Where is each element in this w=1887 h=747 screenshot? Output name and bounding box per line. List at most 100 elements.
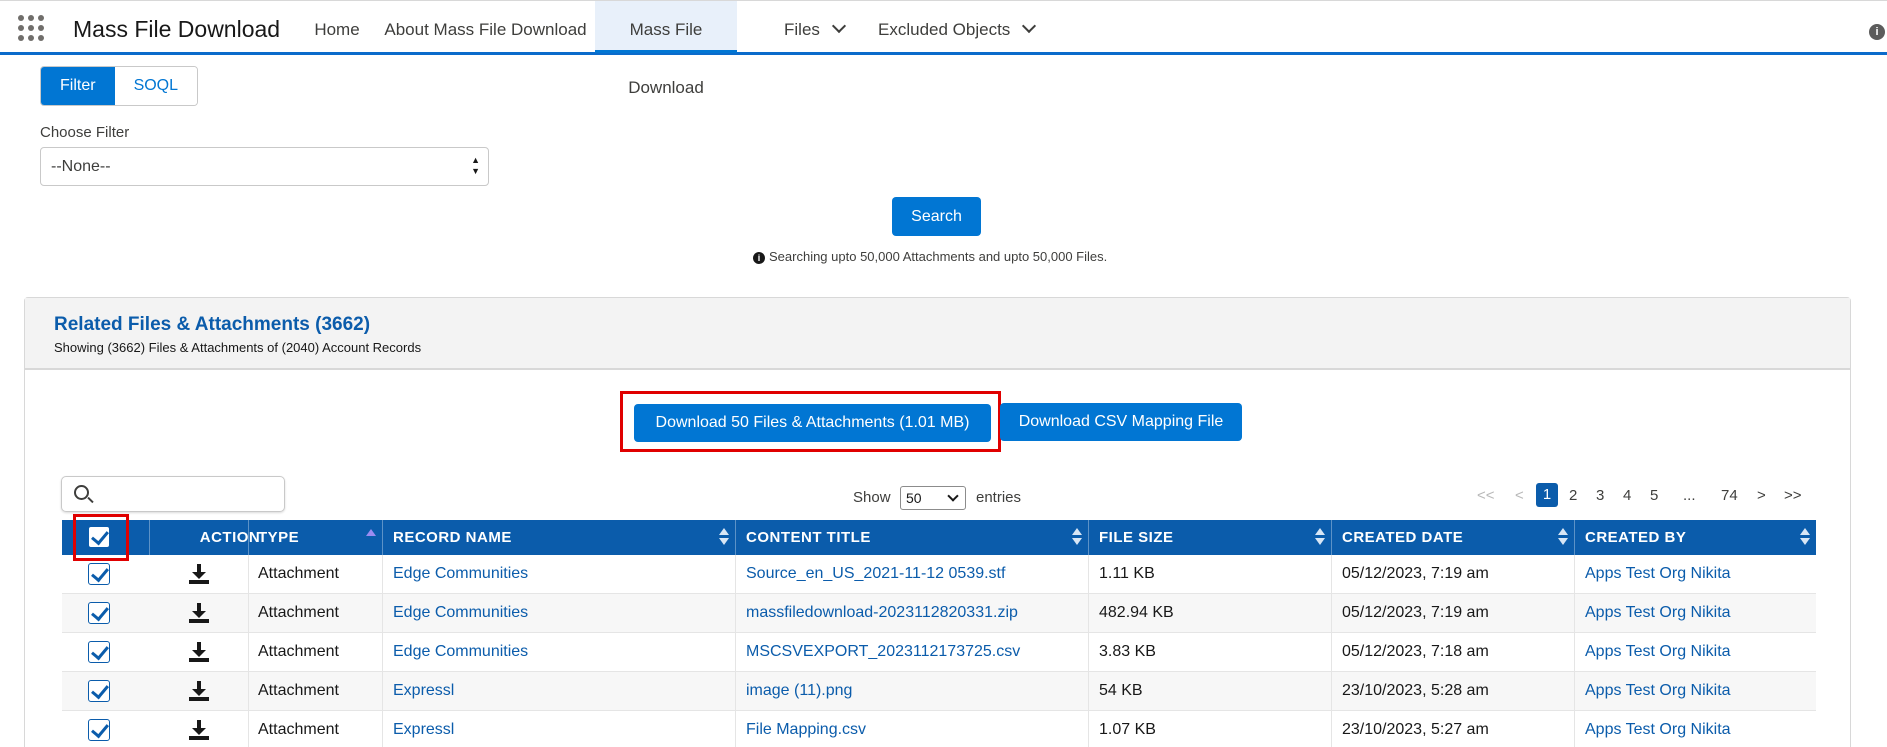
row-checkbox[interactable] — [88, 680, 110, 702]
tab-soql[interactable]: SOQL — [114, 67, 198, 105]
cell-content-title[interactable]: File Mapping.csv — [735, 711, 1088, 747]
cell-created-by[interactable]: Apps Test Org Nikita — [1574, 711, 1816, 747]
download-icon[interactable] — [189, 681, 209, 701]
table-search-input[interactable] — [61, 476, 285, 512]
cell-content-title[interactable]: massfiledownload-2023112820331.zip — [735, 594, 1088, 632]
sort-icon — [719, 528, 729, 546]
mode-tabs: Filter SOQL — [40, 66, 199, 106]
cell-created-date: 05/12/2023, 7:19 am — [1331, 555, 1574, 593]
choose-filter-label: Choose Filter — [40, 124, 130, 141]
chevron-down-icon — [947, 490, 959, 502]
cell-record-name[interactable]: Edge Communities — [382, 633, 735, 671]
cell-record-name[interactable]: Edge Communities — [382, 555, 735, 593]
select-arrows-icon: ▲ ▼ — [471, 155, 480, 176]
row-checkbox[interactable] — [88, 602, 110, 624]
table-row: Attachment Edge Communities Source_en_US… — [62, 555, 1816, 594]
download-csv-mapping-button[interactable]: Download CSV Mapping File — [1000, 403, 1242, 441]
row-checkbox[interactable] — [88, 641, 110, 663]
card-header: Related Files & Attachments (3662) Showi… — [25, 298, 1850, 370]
cell-created-date: 23/10/2023, 5:28 am — [1331, 672, 1574, 710]
entries-label: entries — [976, 489, 1022, 506]
table-row: Attachment Edge Communities massfiledown… — [62, 594, 1816, 633]
table-header: ACTION TYPE RECORD NAME CONTENT TITLE FI… — [62, 520, 1816, 555]
sort-icon — [1315, 528, 1325, 546]
cell-file-size: 1.11 KB — [1088, 555, 1331, 593]
nav-item-home[interactable]: Home — [305, 1, 369, 53]
card-subtitle: Showing (3662) Files & Attachments of (2… — [54, 340, 422, 355]
download-files-button[interactable]: Download 50 Files & Attachments (1.01 MB… — [634, 404, 991, 442]
page-4[interactable]: 4 — [1623, 487, 1631, 504]
table-row: Attachment Edge Communities MSCSVEXPORT_… — [62, 633, 1816, 672]
page-prev[interactable]: < — [1515, 487, 1524, 504]
cell-created-date: 05/12/2023, 7:19 am — [1331, 594, 1574, 632]
cell-created-by[interactable]: Apps Test Org Nikita — [1574, 555, 1816, 593]
cell-record-name[interactable]: Expressl — [382, 711, 735, 747]
download-icon[interactable] — [189, 720, 209, 740]
nav-item-files[interactable]: Files — [784, 1, 859, 53]
page-next[interactable]: > — [1757, 487, 1766, 504]
cell-file-size: 1.07 KB — [1088, 711, 1331, 747]
page-first[interactable]: << — [1477, 487, 1495, 504]
page-ellipsis: ... — [1683, 487, 1696, 504]
nav-item-mass-file-download[interactable]: Mass File Download — [595, 1, 737, 97]
search-limit-note: i Searching upto 50,000 Attachments and u… — [753, 249, 1107, 264]
chevron-down-icon — [1022, 18, 1037, 34]
cell-type: Attachment — [248, 633, 382, 671]
page-size-select[interactable]: 50 — [900, 486, 966, 510]
top-nav: Mass File Download Home About Mass File … — [0, 0, 1887, 97]
cell-type: Attachment — [248, 594, 382, 632]
cell-file-size: 3.83 KB — [1088, 633, 1331, 671]
col-created-date[interactable]: CREATED DATE — [1331, 520, 1574, 555]
col-file-size[interactable]: FILE SIZE — [1088, 520, 1331, 555]
nav-item-excluded-objects[interactable]: Excluded Objects — [878, 1, 1038, 53]
cell-record-name[interactable]: Edge Communities — [382, 594, 735, 632]
app-launcher-icon[interactable] — [18, 15, 44, 41]
info-icon: i — [753, 252, 765, 264]
col-type[interactable]: TYPE — [248, 520, 382, 555]
cell-created-date: 23/10/2023, 5:27 am — [1331, 711, 1574, 747]
table-row: Attachment Expressl File Mapping.csv 1.0… — [62, 711, 1816, 747]
download-icon[interactable] — [189, 603, 209, 623]
cell-type: Attachment — [248, 711, 382, 747]
cell-created-by[interactable]: Apps Test Org Nikita — [1574, 633, 1816, 671]
search-button[interactable]: Search — [892, 197, 981, 236]
cell-record-name[interactable]: Expressl — [382, 672, 735, 710]
sort-icon — [1072, 528, 1082, 546]
app-title: Mass File Download — [73, 16, 281, 42]
page-1[interactable]: 1 — [1536, 483, 1558, 507]
col-created-by[interactable]: CREATED BY — [1574, 520, 1816, 555]
cell-content-title[interactable]: Source_en_US_2021-11-12 0539.stf — [735, 555, 1088, 593]
page-3[interactable]: 3 — [1596, 487, 1604, 504]
cell-type: Attachment — [248, 672, 382, 710]
page-74[interactable]: 74 — [1721, 487, 1738, 504]
tab-filter[interactable]: Filter — [41, 67, 115, 105]
page-2[interactable]: 2 — [1569, 487, 1577, 504]
cell-created-by[interactable]: Apps Test Org Nikita — [1574, 672, 1816, 710]
download-icon[interactable] — [189, 642, 209, 662]
sort-icon — [1800, 528, 1810, 546]
table-row: Attachment Expressl image (11).png 54 KB… — [62, 672, 1816, 711]
chevron-down-icon — [831, 18, 846, 34]
card-title: Related Files & Attachments (3662) — [54, 314, 371, 335]
row-checkbox[interactable] — [88, 563, 110, 585]
info-icon[interactable]: i — [1869, 24, 1885, 40]
col-record-name[interactable]: RECORD NAME — [382, 520, 735, 555]
page-5[interactable]: 5 — [1650, 487, 1658, 504]
page-last[interactable]: >> — [1784, 487, 1802, 504]
cell-content-title[interactable]: MSCSVEXPORT_2023112173725.csv — [735, 633, 1088, 671]
show-label: Show — [853, 489, 891, 506]
row-checkbox[interactable] — [88, 719, 110, 741]
col-content-title[interactable]: CONTENT TITLE — [735, 520, 1088, 555]
cell-file-size: 482.94 KB — [1088, 594, 1331, 632]
nav-item-about[interactable]: About Mass File Download — [383, 1, 588, 53]
search-icon — [74, 485, 89, 500]
cell-type: Attachment — [248, 555, 382, 593]
cell-created-date: 05/12/2023, 7:18 am — [1331, 633, 1574, 671]
download-icon[interactable] — [189, 564, 209, 584]
choose-filter-select[interactable]: --None-- ▲ ▼ — [40, 147, 489, 186]
sort-icon — [1558, 528, 1568, 546]
cell-created-by[interactable]: Apps Test Org Nikita — [1574, 594, 1816, 632]
sort-asc-icon — [366, 529, 376, 536]
highlight-box — [73, 514, 129, 561]
cell-content-title[interactable]: image (11).png — [735, 672, 1088, 710]
